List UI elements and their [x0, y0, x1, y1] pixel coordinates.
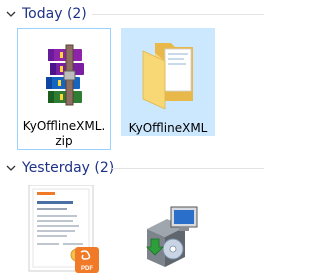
group-divider: [92, 14, 264, 15]
file-name-label: KyOfflineXML.zip: [22, 119, 106, 148]
file-tile-installer[interactable]: [121, 182, 215, 276]
group-label: Today (2): [22, 6, 87, 22]
file-tile-pdf[interactable]: PDF: [17, 182, 111, 276]
group-header-yesterday[interactable]: Yesterday (2): [0, 157, 264, 179]
folder-icon: [122, 39, 214, 109]
group-header-today[interactable]: Today (2): [0, 3, 264, 25]
pdf-certificate-thumbnail: PDF: [18, 185, 110, 276]
file-tile-zip[interactable]: KyOfflineXML.zip: [17, 28, 111, 150]
chevron-down-icon[interactable]: [5, 8, 17, 20]
group-label: Yesterday (2): [22, 160, 115, 176]
file-name-label: KyOfflineXML: [128, 121, 208, 135]
chevron-down-icon[interactable]: [5, 162, 17, 174]
winrar-archive-icon: [18, 41, 110, 107]
file-tile-folder[interactable]: KyOfflineXML: [121, 28, 215, 136]
file-explorer-view: Today (2) KyOfflineXML.zip KyOfflineXML …: [0, 0, 264, 276]
pdf-badge-text: PDF: [81, 266, 93, 272]
installer-icon: [122, 189, 214, 273]
group-divider: [112, 168, 264, 169]
